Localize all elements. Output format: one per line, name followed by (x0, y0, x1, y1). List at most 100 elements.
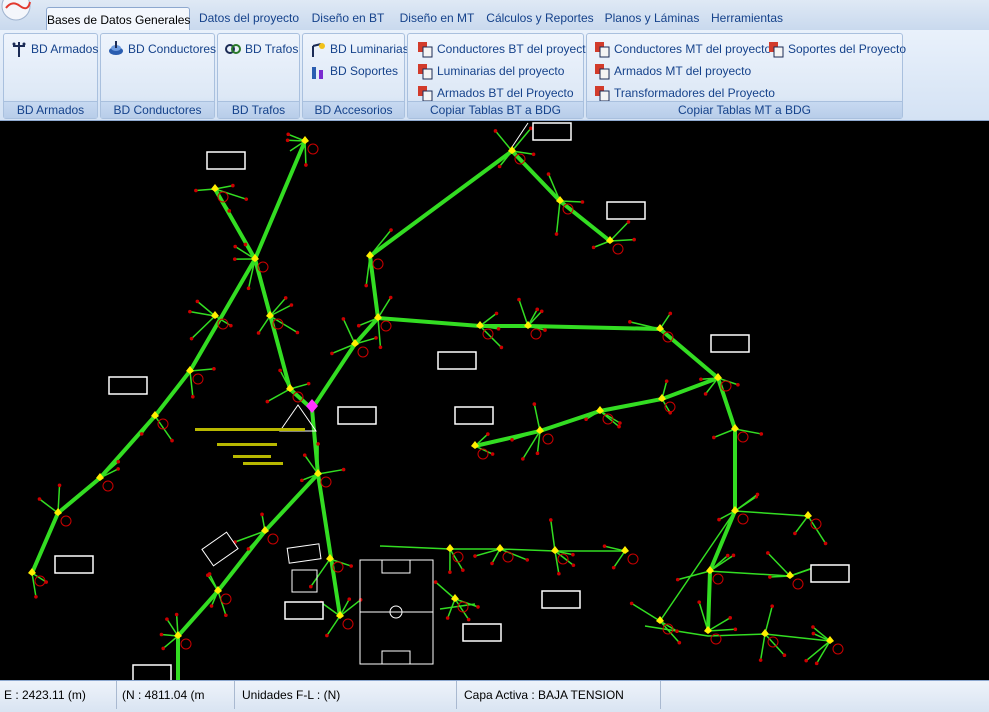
label-box (533, 123, 571, 140)
service-node (812, 632, 816, 636)
trunk-conductor (378, 318, 718, 378)
tab-datos-proyecto[interactable]: Datos del proyecto (195, 6, 303, 30)
ribbon-panel: BD Armados BD Armados BD Conductores BD … (0, 30, 989, 121)
building-outline (202, 532, 238, 566)
service-node (555, 232, 559, 236)
service-drop (557, 201, 560, 234)
service-drop (366, 256, 370, 286)
service-node (257, 331, 261, 335)
service-node (374, 336, 378, 340)
group-copiar-mt: Conductores MT del proyecto Armados MT d… (586, 33, 903, 119)
service-drop (534, 404, 540, 431)
tab-planos-laminas[interactable]: Planos y Láminas (602, 6, 702, 30)
transformadores-proyecto-button[interactable]: Transformadores del Proyecto (593, 83, 775, 103)
conductores-bt-proyecto-button[interactable]: Conductores BT del proyecto (416, 39, 592, 59)
status-bar: E : 2423.11 (m) (N : 4811.04 (m Unidades… (0, 680, 989, 712)
service-node (244, 197, 248, 201)
luminarias-proyecto-button[interactable]: Luminarias del proyecto (416, 61, 564, 81)
bd-soportes-button[interactable]: BD Soportes (309, 61, 398, 81)
service-drop (39, 499, 58, 513)
service-node (491, 452, 495, 456)
service-node (543, 328, 547, 332)
armados-bt-label: Armados BT del Proyecto (437, 83, 574, 103)
node-ring (738, 432, 748, 442)
armados-bt-proyecto-button[interactable]: Armados BT del Proyecto (416, 83, 574, 103)
bd-trafos-button[interactable]: BD Trafos (224, 39, 298, 59)
service-node (494, 129, 498, 133)
service-drop (163, 636, 178, 648)
service-node (759, 658, 763, 662)
tab-diseno-mt[interactable]: Diseño en MT (396, 6, 478, 30)
service-node (212, 367, 216, 371)
service-node (461, 568, 465, 572)
service-node (233, 245, 237, 249)
bd-conductores-button[interactable]: BD Conductores (107, 39, 216, 59)
trunk-conductor (312, 409, 340, 616)
tab-calculos-reportes[interactable]: Cálculos y Reportes (484, 6, 596, 30)
service-node (603, 544, 607, 548)
service-node (571, 553, 575, 557)
building-outline (292, 570, 317, 592)
node-ring (543, 434, 553, 444)
service-drop (735, 494, 757, 511)
service-node (584, 417, 588, 421)
trunk-conductor (475, 378, 718, 446)
tab-herramientas[interactable]: Herramientas (708, 6, 786, 30)
service-node (495, 312, 499, 316)
service-node (628, 320, 632, 324)
service-node (517, 298, 521, 302)
service-node (325, 634, 329, 638)
service-node (467, 618, 471, 622)
service-node (804, 659, 808, 663)
service-drop (632, 603, 660, 621)
cable-reel-icon (107, 40, 125, 58)
bd-trafos-label: BD Trafos (245, 39, 298, 59)
copy-table-icon (416, 62, 434, 80)
service-node (379, 345, 383, 349)
service-drop (436, 582, 455, 599)
service-node (231, 184, 235, 188)
soportes-proyecto-button[interactable]: Soportes del Proyecto (767, 39, 906, 59)
node-ring (321, 477, 331, 487)
cad-drawing-canvas[interactable] (0, 121, 989, 680)
bd-armados-button[interactable]: BD Armados (10, 39, 98, 59)
service-node (824, 542, 828, 546)
service-node (389, 228, 393, 232)
app-menu-button[interactable] (0, 0, 38, 28)
trunk-conductor (312, 151, 610, 409)
service-node (188, 310, 192, 314)
service-node (476, 605, 480, 609)
copy-table-icon (767, 40, 785, 58)
bd-soportes-label: BD Soportes (330, 61, 398, 81)
conductores-mt-proyecto-button[interactable]: Conductores MT del proyecto (593, 39, 771, 59)
service-node (229, 324, 233, 328)
service-drop (378, 298, 391, 318)
service-node (760, 432, 764, 436)
service-node (208, 572, 212, 576)
label-box (338, 407, 376, 424)
service-drop (817, 641, 830, 663)
service-drop (32, 573, 36, 597)
service-drop (142, 416, 155, 434)
service-node (756, 493, 760, 497)
trunk-conductor (178, 474, 318, 680)
bd-luminarias-button[interactable]: BD Luminarias (309, 39, 409, 59)
service-node (497, 327, 501, 331)
service-node (34, 595, 38, 599)
annotation-text (195, 428, 305, 465)
service-drop (311, 559, 330, 587)
service-node (303, 453, 307, 457)
service-node (307, 382, 311, 386)
armados-mt-proyecto-button[interactable]: Armados MT del proyecto (593, 61, 751, 81)
copy-table-icon (593, 62, 611, 80)
pole-marker (804, 511, 812, 519)
service-node (612, 566, 616, 570)
tab-diseno-bt[interactable]: Diseño en BT (308, 6, 388, 30)
soccer-field (360, 560, 433, 664)
service-node (196, 300, 200, 304)
group-bd-conductores: BD Conductores BD Conductores (100, 33, 215, 119)
network-drawing[interactable] (0, 121, 989, 680)
bd-conductores-label: BD Conductores (128, 39, 216, 59)
service-node (224, 613, 228, 617)
tab-bases-datos-generales[interactable]: Bases de Datos Generales (46, 7, 190, 32)
